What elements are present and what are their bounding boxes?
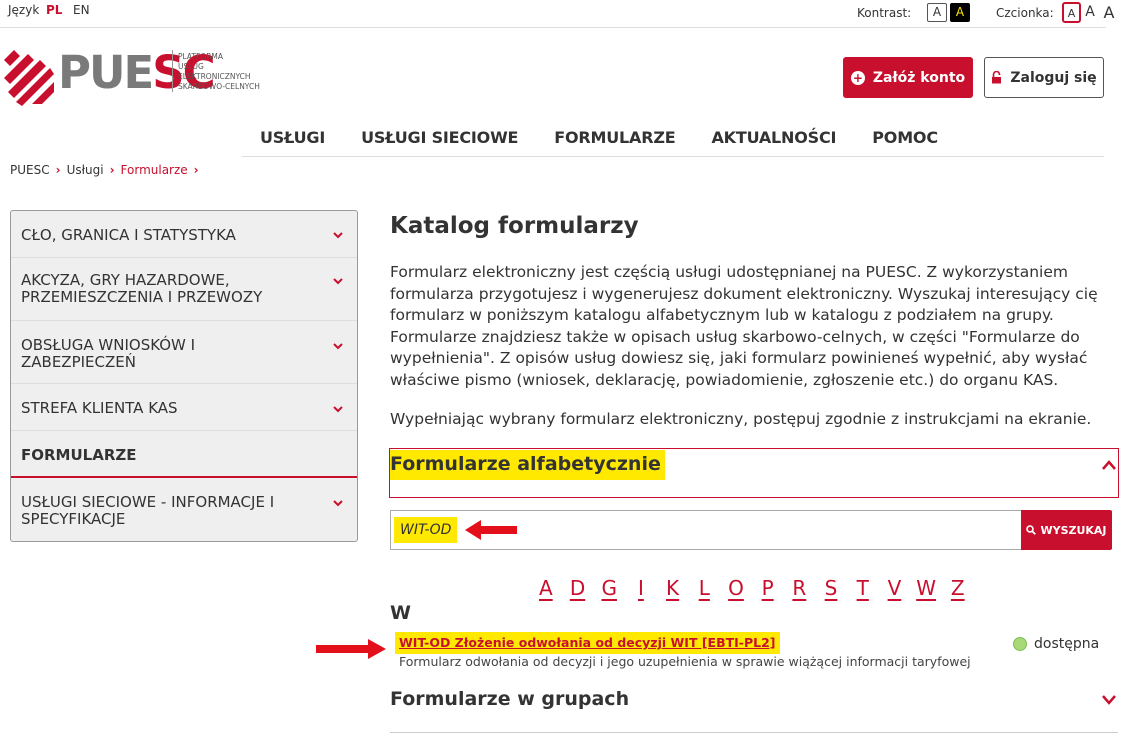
letter-link-l[interactable]: L bbox=[688, 576, 720, 600]
letter-link-w[interactable]: W bbox=[910, 576, 942, 600]
language-en-link[interactable]: EN bbox=[73, 3, 90, 17]
alphabetical-section-title: Formularze alfabetycznie bbox=[390, 450, 665, 480]
lock-icon bbox=[992, 71, 1002, 84]
letter-link-s[interactable]: S bbox=[815, 576, 847, 600]
annotation-arrow-left-icon bbox=[465, 520, 517, 540]
language-label: Język bbox=[8, 3, 40, 17]
instructions-paragraph: Wypełniając wybrany formularz elektronic… bbox=[390, 410, 1092, 428]
letter-link-g[interactable]: G bbox=[593, 576, 625, 600]
nav-formularze[interactable]: FORMULARZE bbox=[536, 128, 693, 152]
language-pl-link[interactable]: PL bbox=[46, 3, 62, 17]
sidebar-item-label: FORMULARZE bbox=[21, 446, 137, 464]
form-result-link[interactable]: WIT-OD Złożenie odwołania od decyzji WIT… bbox=[395, 632, 780, 654]
breadcrumb-uslugi[interactable]: Usługi bbox=[67, 163, 104, 177]
chevron-down-icon[interactable] bbox=[1101, 694, 1117, 706]
sidebar-item-label: OBSŁUGA WNIOSKÓW I ZABEZPIECZEŃ bbox=[21, 336, 196, 371]
letter-link-r[interactable]: R bbox=[784, 576, 816, 600]
nav-uslugi-sieciowe[interactable]: USŁUGI SIECIOWE bbox=[343, 128, 536, 152]
contrast-label: Kontrast: bbox=[857, 6, 912, 20]
contrast-high-button[interactable]: A bbox=[950, 3, 970, 22]
letter-link-v[interactable]: V bbox=[879, 576, 911, 600]
groups-section-title[interactable]: Formularze w grupach bbox=[390, 688, 629, 710]
logo-divider bbox=[172, 50, 173, 92]
logo-subtitle: PLATFORMA USŁUG ELEKTRONICZNYCH SKARBOWO… bbox=[178, 52, 260, 91]
sidebar-item-akcyza[interactable]: AKCYZA, GRY HAZARDOWE, PRZEMIESZCZENIA I… bbox=[11, 258, 357, 321]
sidebar-item-label: STREFA KLIENTA KAS bbox=[21, 399, 178, 417]
letter-link-d[interactable]: D bbox=[562, 576, 594, 600]
font-size-label: Czcionka: bbox=[996, 6, 1054, 20]
login-button[interactable]: Zaloguj się bbox=[984, 57, 1104, 98]
search-input-value: WIT-OD bbox=[394, 517, 458, 543]
contrast-normal-button[interactable]: A bbox=[927, 3, 947, 22]
status-available-icon bbox=[1013, 637, 1027, 651]
breadcrumb-puesc[interactable]: PUESC bbox=[10, 163, 50, 177]
chevron-right-icon: › bbox=[55, 163, 61, 177]
main-navigation: USŁUGI USŁUGI SIECIOWE FORMULARZE AKTUAL… bbox=[242, 128, 956, 152]
chevron-right-icon: › bbox=[109, 163, 115, 177]
chevron-down-icon bbox=[333, 343, 343, 350]
chevron-up-icon[interactable] bbox=[1101, 459, 1117, 471]
alphabet-index: A D G I K L O P R S T V W Z bbox=[530, 576, 974, 600]
form-result-description: Formularz odwołania od decyzji i jego uz… bbox=[399, 654, 971, 669]
nav-pomoc[interactable]: POMOC bbox=[854, 128, 956, 152]
chevron-down-icon bbox=[333, 232, 343, 239]
sidebar-menu: CŁO, GRANICA I STATYSTYKA AKCYZA, GRY HA… bbox=[10, 210, 358, 542]
letter-link-t[interactable]: T bbox=[847, 576, 879, 600]
intro-paragraph: Formularz elektroniczny jest częścią usł… bbox=[390, 263, 1098, 389]
plus-icon: + bbox=[850, 70, 865, 85]
sidebar-item-obsluga-wnioskow[interactable]: OBSŁUGA WNIOSKÓW I ZABEZPIECZEŃ bbox=[11, 321, 357, 384]
login-label: Zaloguj się bbox=[1010, 69, 1097, 86]
groups-divider bbox=[390, 732, 1118, 733]
register-label: Załóż konto bbox=[872, 69, 966, 86]
letter-link-k[interactable]: K bbox=[657, 576, 689, 600]
page-title: Katalog formularzy bbox=[390, 213, 639, 239]
sidebar-item-label: CŁO, GRANICA I STATYSTYKA bbox=[21, 226, 236, 244]
register-button[interactable]: + Załóż konto bbox=[843, 57, 973, 98]
nav-aktualnosci[interactable]: AKTUALNOŚCI bbox=[693, 128, 854, 152]
top-utility-bar: Język PL EN Kontrast: A A Czcionka: A A … bbox=[0, 0, 1138, 26]
letter-link-i[interactable]: I bbox=[625, 576, 657, 600]
sidebar-item-formularze[interactable]: FORMULARZE bbox=[11, 431, 357, 478]
sidebar-item-clo[interactable]: CŁO, GRANICA I STATYSTYKA bbox=[11, 211, 357, 258]
letter-link-a[interactable]: A bbox=[530, 576, 562, 600]
letter-link-z[interactable]: Z bbox=[942, 576, 974, 600]
nav-uslugi[interactable]: USŁUGI bbox=[242, 128, 343, 152]
font-small-button[interactable]: A bbox=[1062, 2, 1081, 23]
search-button-label: WYSZUKAJ bbox=[1040, 523, 1107, 537]
top-divider bbox=[0, 27, 1106, 28]
puesc-logo[interactable]: PUESC PLATFORMA USŁUG ELEKTRONICZNYCH SK… bbox=[4, 46, 264, 108]
annotation-arrow-right-icon bbox=[316, 639, 386, 659]
font-large-button[interactable]: A bbox=[1101, 2, 1117, 23]
breadcrumb-formularze[interactable]: Formularze bbox=[121, 163, 188, 177]
sidebar-item-label: AKCYZA, GRY HAZARDOWE, PRZEMIESZCZENIA I… bbox=[21, 271, 263, 306]
sidebar-item-uslugi-sieciowe[interactable]: USŁUGI SIECIOWE - INFORMACJE I SPECYFIKA… bbox=[11, 478, 357, 541]
chevron-down-icon bbox=[333, 278, 343, 285]
letter-link-o[interactable]: O bbox=[720, 576, 752, 600]
chevron-right-icon: › bbox=[193, 163, 199, 177]
font-medium-button[interactable]: A bbox=[1083, 2, 1097, 23]
letter-link-p[interactable]: P bbox=[752, 576, 784, 600]
logo-stripes-icon bbox=[4, 50, 54, 106]
nav-divider bbox=[242, 156, 1104, 157]
chevron-down-icon bbox=[333, 500, 343, 507]
breadcrumb: PUESC › Usługi › Formularze › bbox=[10, 163, 199, 177]
search-button[interactable]: WYSZUKAJ bbox=[1021, 510, 1112, 550]
form-status-text: dostępna bbox=[1034, 636, 1100, 652]
sidebar-item-label: USŁUGI SIECIOWE - INFORMACJE I SPECYFIKA… bbox=[21, 493, 275, 528]
sidebar-item-strefa-klienta[interactable]: STREFA KLIENTA KAS bbox=[11, 384, 357, 431]
chevron-down-icon bbox=[333, 406, 343, 413]
letter-group-heading: W bbox=[390, 602, 411, 624]
search-icon bbox=[1026, 525, 1037, 535]
